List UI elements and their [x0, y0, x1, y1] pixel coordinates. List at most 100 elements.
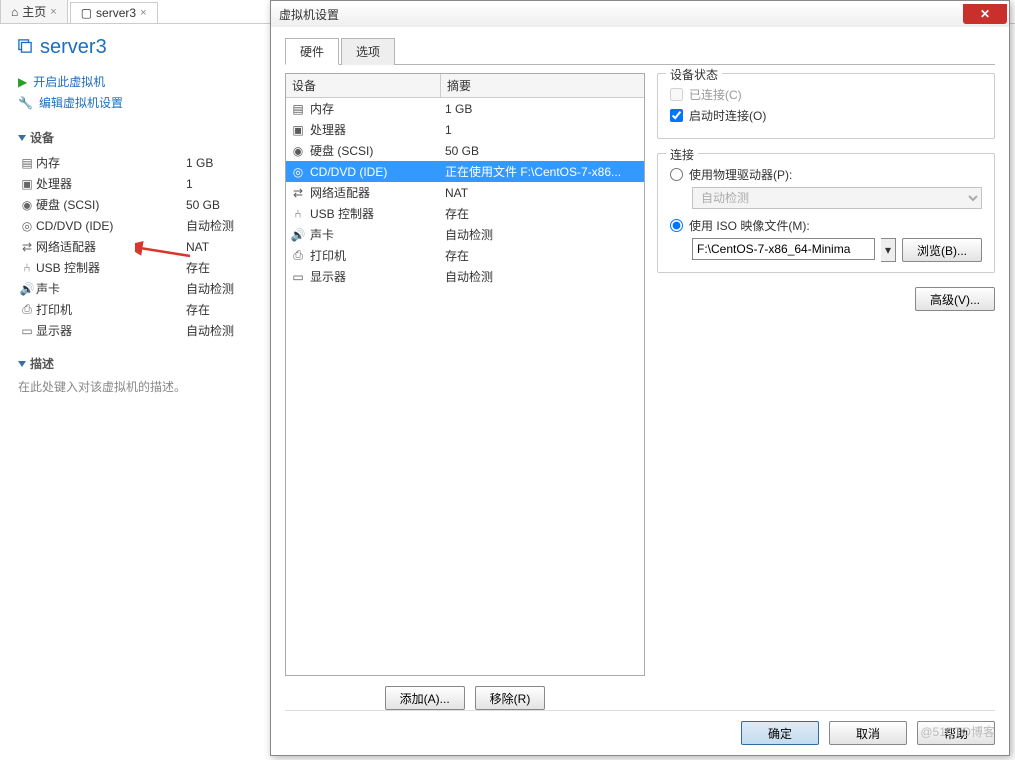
device-name: 打印机 [36, 301, 186, 318]
device-name: 内存 [36, 154, 186, 171]
hardware-row[interactable]: ⑃USB 控制器存在 [286, 203, 644, 224]
cpu-icon: ▣ [290, 123, 306, 137]
iso-path-input[interactable] [692, 238, 875, 260]
tab-hardware[interactable]: 硬件 [285, 38, 339, 65]
hardware-summary: 存在 [445, 205, 640, 222]
hardware-summary: 1 GB [445, 102, 640, 116]
hardware-summary: 50 GB [445, 144, 640, 158]
tab-options[interactable]: 选项 [341, 38, 395, 65]
start-vm-label: 开启此虚拟机 [33, 73, 105, 90]
close-icon[interactable]: × [140, 7, 146, 19]
device-name: 显示器 [36, 322, 186, 339]
device-name: 声卡 [36, 280, 186, 297]
hardware-summary: NAT [445, 186, 640, 200]
disk-icon: ◉ [18, 198, 36, 212]
hardware-name: 处理器 [310, 121, 346, 138]
use-physical-label: 使用物理驱动器(P): [689, 166, 792, 183]
dialog-body: 硬件 选项 设备 摘要 ▤内存1 GB▣处理器1◉硬盘 (SCSI)50 GB◎… [271, 27, 1009, 755]
browse-button[interactable]: 浏览(B)... [902, 238, 982, 262]
device-name: 网络适配器 [36, 238, 186, 255]
dialog-titlebar[interactable]: 虚拟机设置 ✕ [271, 1, 1009, 27]
device-value: 存在 [186, 259, 210, 276]
connected-checkbox-row[interactable]: 已连接(C) [670, 86, 982, 103]
dialog-content: 设备 摘要 ▤内存1 GB ▣ 处理器 1 ◉硬盘 (SCSI)50 GB ◎ CD/DVD… [285, 65, 995, 710]
advanced-button[interactable]: 高级(V)... [915, 287, 995, 311]
hardware-row[interactable]: ⇄网络适配器NAT [286, 182, 644, 203]
device-status-legend: 设备状态 [666, 66, 722, 83]
vm-icon: ▢ [81, 6, 92, 20]
display-icon: ▭ [290, 270, 306, 284]
tab-home[interactable]: ⌂ 主页 × [0, 0, 68, 23]
hardware-row[interactable]: ◉硬盘 (SCSI)50 GB [286, 140, 644, 161]
hardware-left-pane: 设备 摘要 ▤内存1 GB ▣ 处理器 1 ◉硬盘 (SCSI)50 GB ◎ CD/DVD… [285, 73, 645, 710]
device-status-fieldset: 设备状态 已连接(C) 启动时连接(O) [657, 73, 995, 139]
device-name: CD/DVD (IDE) [36, 219, 186, 233]
connect-at-poweron-checkbox[interactable] [670, 109, 683, 122]
chevron-down-icon [18, 361, 26, 367]
connect-at-poweron-label: 启动时连接(O) [689, 107, 766, 124]
hardware-name: 显示器 [310, 268, 346, 285]
ok-button[interactable]: 确定 [741, 721, 819, 745]
close-icon[interactable]: × [50, 6, 56, 18]
hardware-row[interactable]: ⎙ 打印机 存在 [286, 245, 644, 266]
device-name: USB 控制器 [36, 259, 186, 276]
cd-icon: ◎ [290, 165, 306, 179]
hardware-row[interactable]: ▭ 显示器 自动检测 [286, 266, 644, 287]
connection-fieldset: 连接 使用物理驱动器(P): 自动检测 使用 ISO 映像文件(M): [657, 153, 995, 273]
vm-name: server3 [40, 36, 107, 59]
hardware-name: 打印机 [310, 247, 346, 264]
use-iso-radio-row[interactable]: 使用 ISO 映像文件(M): [670, 217, 982, 234]
watermark: @51CTO博客 [920, 723, 995, 740]
cd-icon: ◎ [18, 219, 36, 233]
cpu-icon: ▣ [18, 177, 36, 191]
device-value: 自动检测 [186, 322, 234, 339]
hardware-row[interactable]: 🔊声卡自动检测 [286, 224, 644, 245]
printer-icon: ⎙ [290, 248, 306, 263]
tab-server3[interactable]: ▢ server3 × [70, 2, 158, 23]
advanced-row: 高级(V)... [657, 287, 995, 311]
hardware-name: CD/DVD (IDE) [310, 165, 387, 179]
hardware-name: 声卡 [310, 226, 334, 243]
close-icon: ✕ [980, 7, 990, 21]
disk-icon: ◉ [290, 144, 306, 158]
hardware-summary: 自动检测 [445, 268, 640, 285]
remove-hardware-button[interactable]: 移除(R) [475, 686, 546, 710]
hardware-row[interactable]: ◎ CD/DVD (IDE) 正在使用文件 F:\CentOS-7-x86... [286, 161, 644, 182]
device-value: 存在 [186, 301, 210, 318]
hardware-buttons: 添加(A)... 移除(R) [285, 676, 645, 710]
usb-icon: ⑃ [18, 261, 36, 275]
hardware-row[interactable]: ▣ 处理器 1 [286, 119, 644, 140]
device-value: 自动检测 [186, 280, 234, 297]
device-value: 50 GB [186, 198, 220, 212]
device-name: 处理器 [36, 175, 186, 192]
hardware-summary: 1 [445, 123, 640, 137]
dialog-footer: 确定 取消 帮助 [285, 710, 995, 745]
chevron-down-icon [18, 135, 26, 141]
use-iso-label: 使用 ISO 映像文件(M): [689, 217, 810, 234]
hardware-listbox[interactable]: 设备 摘要 ▤内存1 GB ▣ 处理器 1 ◉硬盘 (SCSI)50 GB ◎ CD/DVD… [285, 73, 645, 676]
use-physical-radio[interactable] [670, 168, 683, 181]
hardware-summary: 正在使用文件 F:\CentOS-7-x86... [445, 163, 640, 180]
use-physical-radio-row[interactable]: 使用物理驱动器(P): [670, 166, 982, 183]
close-button[interactable]: ✕ [963, 4, 1007, 24]
tab-home-label: 主页 [22, 3, 46, 20]
connect-at-poweron-row[interactable]: 启动时连接(O) [670, 107, 982, 124]
use-iso-radio[interactable] [670, 219, 683, 232]
vm-settings-dialog: 虚拟机设置 ✕ 硬件 选项 设备 摘要 ▤内存1 GB ▣ 处理器 1 ◉硬盘 (SCS… [270, 0, 1010, 756]
hardware-list-header: 设备 摘要 [286, 74, 644, 98]
tab-hardware-label: 硬件 [300, 45, 324, 59]
cancel-button[interactable]: 取消 [829, 721, 907, 745]
edit-settings-label: 编辑虚拟机设置 [39, 94, 123, 111]
add-hardware-button[interactable]: 添加(A)... [385, 686, 465, 710]
description-title: 描述 [30, 355, 54, 372]
hardware-name: 网络适配器 [310, 184, 370, 201]
sound-icon: 🔊 [290, 228, 306, 242]
hardware-summary: 存在 [445, 247, 640, 264]
device-value: NAT [186, 240, 209, 254]
dialog-title: 虚拟机设置 [279, 6, 339, 23]
hardware-row[interactable]: ▤内存1 GB [286, 98, 644, 119]
tab-options-label: 选项 [356, 45, 380, 59]
dropdown-icon[interactable]: ▾ [881, 238, 896, 262]
physical-drive-select: 自动检测 [692, 187, 982, 209]
play-icon: ▶ [18, 75, 27, 89]
